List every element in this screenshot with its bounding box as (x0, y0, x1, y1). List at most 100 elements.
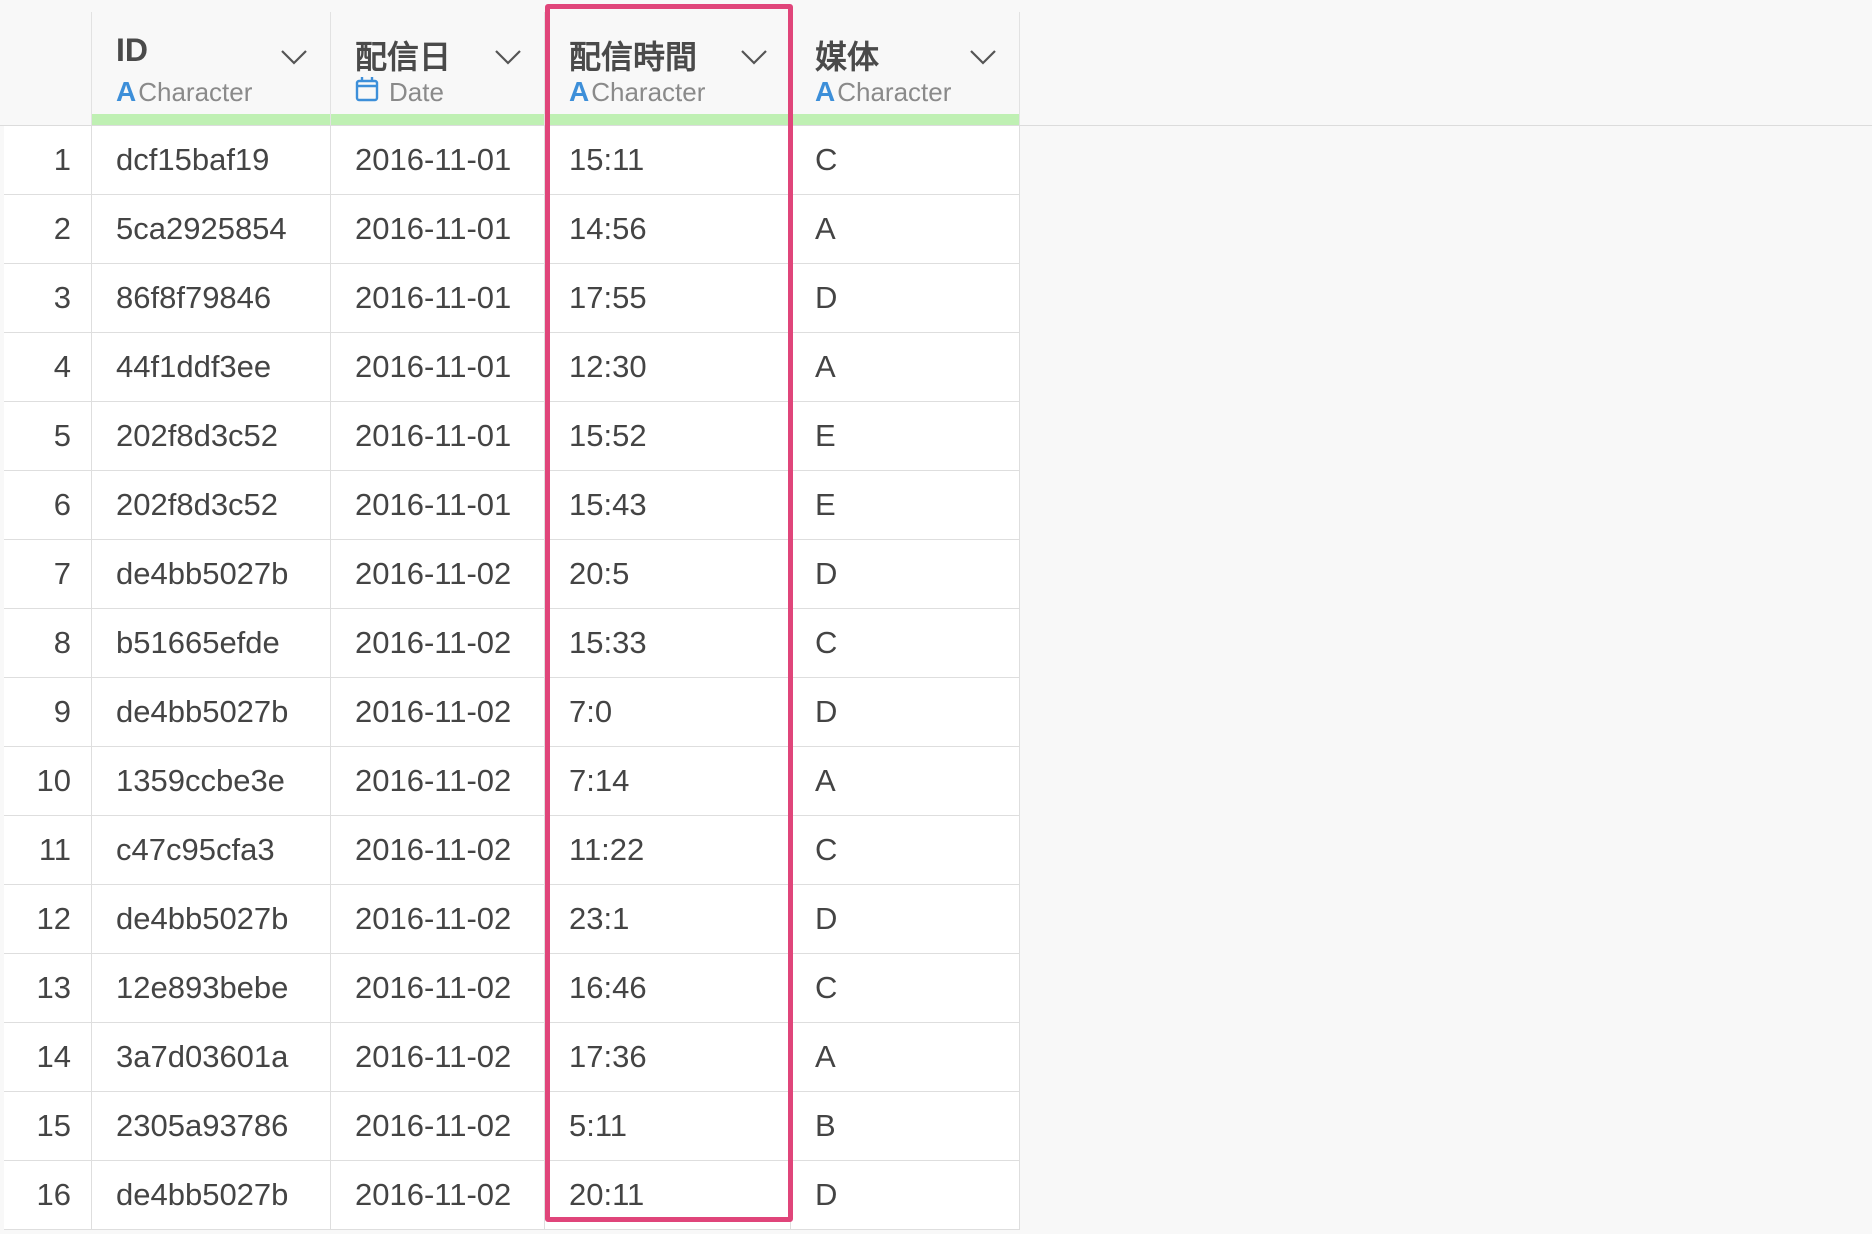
table-cell-id[interactable]: 5ca2925854 (92, 195, 331, 263)
table-row[interactable]: 1 dcf15baf19 2016-11-01 15:11 C (4, 126, 1020, 195)
table-cell-media[interactable]: D (791, 540, 1020, 608)
table-cell-date[interactable]: 2016-11-02 (331, 816, 545, 884)
table-row[interactable]: 12 de4bb5027b 2016-11-02 23:1 D (4, 885, 1020, 954)
row-number: 14 (4, 1023, 92, 1091)
row-number: 3 (4, 264, 92, 332)
table-cell-id[interactable]: de4bb5027b (92, 885, 331, 953)
table-cell-id[interactable]: 202f8d3c52 (92, 471, 331, 539)
table-cell-media[interactable]: D (791, 264, 1020, 332)
table-cell-date[interactable]: 2016-11-01 (331, 195, 545, 263)
table-cell-date[interactable]: 2016-11-01 (331, 402, 545, 470)
row-number: 9 (4, 678, 92, 746)
table-cell-time[interactable]: 7:14 (545, 747, 791, 815)
table-cell-time[interactable]: 23:1 (545, 885, 791, 953)
table-cell-media[interactable]: C (791, 126, 1020, 194)
column-header-3[interactable]: 媒体 A Character (791, 12, 1020, 125)
table-cell-date[interactable]: 2016-11-02 (331, 954, 545, 1022)
table-row[interactable]: 2 5ca2925854 2016-11-01 14:56 A (4, 195, 1020, 264)
table-cell-id[interactable]: de4bb5027b (92, 678, 331, 746)
table-cell-date[interactable]: 2016-11-01 (331, 126, 545, 194)
table-cell-date[interactable]: 2016-11-01 (331, 264, 545, 332)
column-header-accent (92, 114, 330, 125)
table-cell-date[interactable]: 2016-11-02 (331, 1092, 545, 1160)
table-cell-time[interactable]: 11:22 (545, 816, 791, 884)
table-cell-media[interactable]: B (791, 1092, 1020, 1160)
column-header-2[interactable]: 配信時間 A Character (545, 12, 791, 125)
chevron-down-icon[interactable] (280, 48, 308, 71)
table-cell-time[interactable]: 15:11 (545, 126, 791, 194)
table-cell-time[interactable]: 15:43 (545, 471, 791, 539)
table-cell-id[interactable]: 12e893bebe (92, 954, 331, 1022)
table-row[interactable]: 13 12e893bebe 2016-11-02 16:46 C (4, 954, 1020, 1023)
table-row[interactable]: 4 44f1ddf3ee 2016-11-01 12:30 A (4, 333, 1020, 402)
table-cell-time[interactable]: 20:5 (545, 540, 791, 608)
table-cell-id[interactable]: b51665efde (92, 609, 331, 677)
table-cell-time[interactable]: 16:46 (545, 954, 791, 1022)
column-header-accent (545, 114, 790, 125)
column-header-0[interactable]: ID A Character (92, 12, 331, 125)
table-row[interactable]: 11 c47c95cfa3 2016-11-02 11:22 C (4, 816, 1020, 885)
table-row[interactable]: 10 1359ccbe3e 2016-11-02 7:14 A (4, 747, 1020, 816)
column-type: A Character (116, 76, 252, 108)
table-cell-time[interactable]: 15:33 (545, 609, 791, 677)
table-cell-date[interactable]: 2016-11-02 (331, 540, 545, 608)
table-cell-id[interactable]: c47c95cfa3 (92, 816, 331, 884)
table-cell-id[interactable]: 1359ccbe3e (92, 747, 331, 815)
table-cell-id[interactable]: de4bb5027b (92, 540, 331, 608)
table-row[interactable]: 3 86f8f79846 2016-11-01 17:55 D (4, 264, 1020, 333)
table-cell-time[interactable]: 17:55 (545, 264, 791, 332)
chevron-down-icon[interactable] (494, 48, 522, 71)
table-cell-date[interactable]: 2016-11-02 (331, 885, 545, 953)
character-type-icon: A (815, 76, 836, 107)
table-cell-time[interactable]: 12:30 (545, 333, 791, 401)
table-cell-media[interactable]: D (791, 678, 1020, 746)
character-type-icon: A (116, 76, 137, 107)
table-row[interactable]: 7 de4bb5027b 2016-11-02 20:5 D (4, 540, 1020, 609)
table-cell-id[interactable]: 3a7d03601a (92, 1023, 331, 1091)
table-cell-media[interactable]: A (791, 333, 1020, 401)
table-cell-time[interactable]: 5:11 (545, 1092, 791, 1160)
table-row[interactable]: 6 202f8d3c52 2016-11-01 15:43 E (4, 471, 1020, 540)
table-cell-media[interactable]: D (791, 885, 1020, 953)
table-cell-date[interactable]: 2016-11-02 (331, 609, 545, 677)
table-cell-time[interactable]: 7:0 (545, 678, 791, 746)
table-cell-date[interactable]: 2016-11-02 (331, 747, 545, 815)
table-row[interactable]: 14 3a7d03601a 2016-11-02 17:36 A (4, 1023, 1020, 1092)
table-cell-id[interactable]: 44f1ddf3ee (92, 333, 331, 401)
table-cell-time[interactable]: 20:11 (545, 1161, 791, 1229)
column-header-1[interactable]: 配信日 Date (331, 12, 545, 125)
column-header-accent (331, 114, 544, 125)
column-type: A Character (569, 76, 705, 108)
table-cell-date[interactable]: 2016-11-02 (331, 1023, 545, 1091)
table-row[interactable]: 15 2305a93786 2016-11-02 5:11 B (4, 1092, 1020, 1161)
table-cell-id[interactable]: dcf15baf19 (92, 126, 331, 194)
column-name: 配信時間 (569, 39, 698, 75)
table-cell-id[interactable]: 86f8f79846 (92, 264, 331, 332)
table-cell-media[interactable]: C (791, 609, 1020, 677)
table-cell-time[interactable]: 14:56 (545, 195, 791, 263)
table-cell-media[interactable]: D (791, 1161, 1020, 1229)
table-cell-time[interactable]: 15:52 (545, 402, 791, 470)
table-cell-id[interactable]: 202f8d3c52 (92, 402, 331, 470)
table-cell-date[interactable]: 2016-11-01 (331, 333, 545, 401)
table-row[interactable]: 8 b51665efde 2016-11-02 15:33 C (4, 609, 1020, 678)
table-cell-time[interactable]: 17:36 (545, 1023, 791, 1091)
table-cell-id[interactable]: 2305a93786 (92, 1092, 331, 1160)
table-cell-date[interactable]: 2016-11-01 (331, 471, 545, 539)
table-row[interactable]: 16 de4bb5027b 2016-11-02 20:11 D (4, 1161, 1020, 1230)
table-cell-media[interactable]: E (791, 471, 1020, 539)
chevron-down-icon[interactable] (969, 48, 997, 71)
table-cell-date[interactable]: 2016-11-02 (331, 1161, 545, 1229)
table-cell-media[interactable]: C (791, 816, 1020, 884)
table-cell-id[interactable]: de4bb5027b (92, 1161, 331, 1229)
chevron-down-icon[interactable] (740, 48, 768, 71)
table-cell-media[interactable]: A (791, 747, 1020, 815)
table-cell-media[interactable]: A (791, 195, 1020, 263)
row-number: 10 (4, 747, 92, 815)
table-cell-date[interactable]: 2016-11-02 (331, 678, 545, 746)
table-row[interactable]: 9 de4bb5027b 2016-11-02 7:0 D (4, 678, 1020, 747)
table-row[interactable]: 5 202f8d3c52 2016-11-01 15:52 E (4, 402, 1020, 471)
table-cell-media[interactable]: E (791, 402, 1020, 470)
table-cell-media[interactable]: C (791, 954, 1020, 1022)
table-cell-media[interactable]: A (791, 1023, 1020, 1091)
